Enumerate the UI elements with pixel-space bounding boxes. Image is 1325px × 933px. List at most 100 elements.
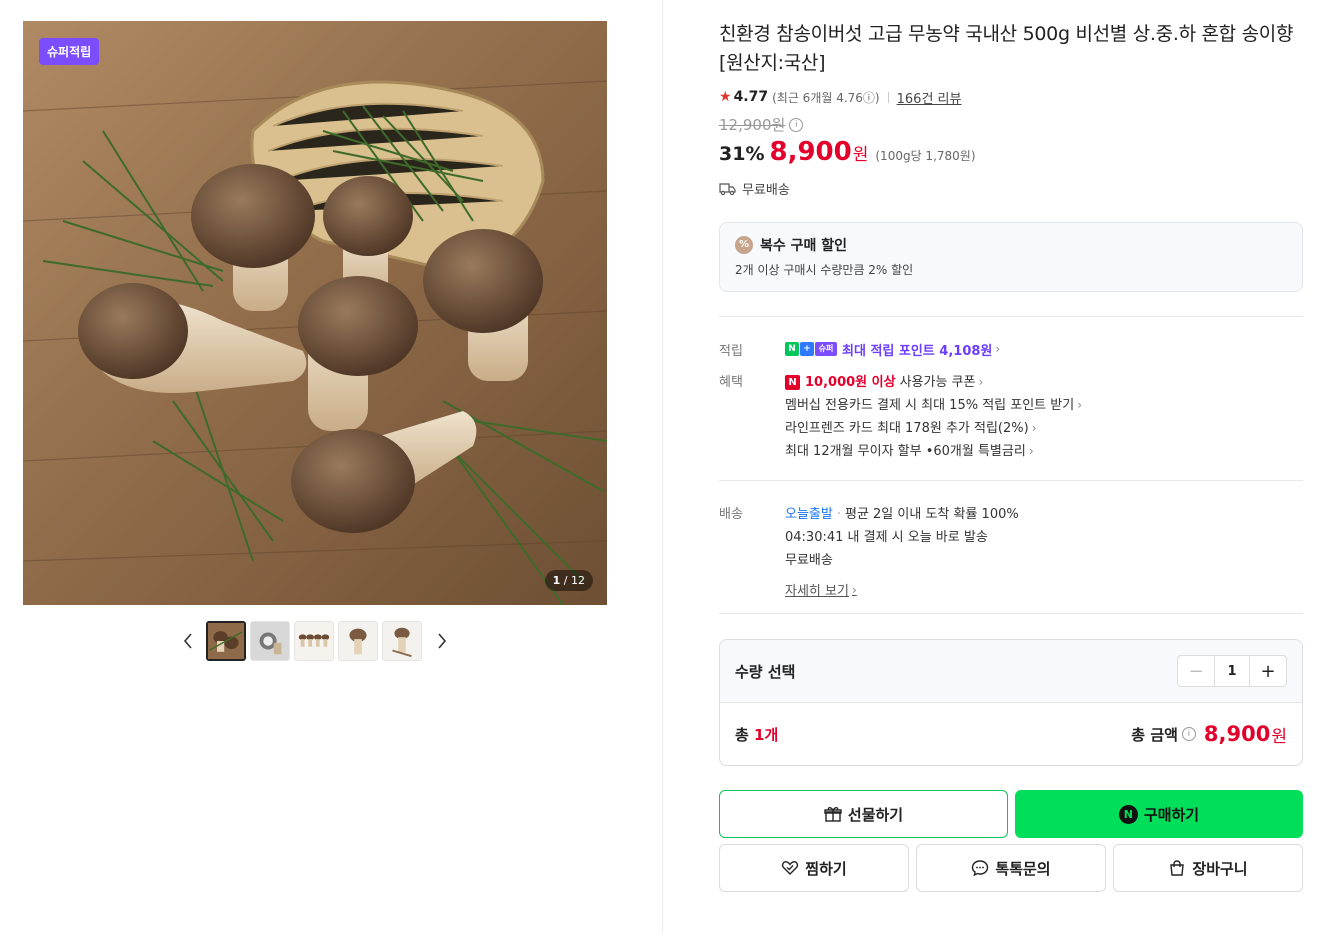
thumbnail-4-image [339, 622, 377, 660]
rating-separator [887, 91, 889, 103]
info-icon[interactable]: i [1181, 727, 1196, 741]
prev-image-button[interactable] [178, 621, 198, 661]
chevron-right-icon [438, 633, 447, 649]
multi-discount-desc: 2개 이상 구매시 수량만큼 2% 할인 [735, 263, 914, 277]
total-count: 총 1개 [735, 724, 778, 745]
thumbnail-2[interactable] [250, 621, 290, 661]
counter-total: / 12 [563, 574, 585, 587]
quantity-value[interactable]: 1 [1214, 656, 1250, 686]
super-icon: 슈퍼 [815, 342, 837, 356]
column-divider [662, 0, 663, 933]
rating-row: ★ 4.77 (최근 6개월 4.76ⓘ) 166건 리뷰 [719, 87, 1303, 107]
chevron-right-icon: › [1077, 398, 1083, 412]
chevron-right-icon: › [1028, 444, 1034, 458]
delivery-fee: 무료배송 [785, 553, 833, 568]
dot-separator: · [836, 507, 841, 522]
thumbnail-strip [178, 621, 452, 661]
chevron-right-icon: › [995, 342, 1001, 356]
plus-icon: + [800, 342, 814, 356]
divider [719, 613, 1303, 614]
counter-current: 1 [552, 574, 561, 587]
rating-score: 4.77 [733, 89, 769, 105]
installment-text: 최대 12개월 무이자 할부 •60개월 특별금리 [785, 444, 1026, 459]
chevron-left-icon [183, 633, 192, 649]
delivery-label: 배송 [719, 507, 743, 522]
multi-purchase-discount-box: % 복수 구매 할인 2개 이상 구매시 수량만큼 2% 할인 [719, 222, 1303, 292]
discount-rate: 31% [719, 143, 765, 165]
talk-inquiry-button[interactable]: 톡톡문의 [916, 844, 1106, 892]
points-label: 적립 [719, 344, 743, 359]
gift-button[interactable]: 선물하기 [719, 790, 1008, 838]
thumbnail-2-image [251, 622, 289, 660]
delivery-section: 배송 오늘출발 · 평균 2일 이내 도착 확률 100% 04:30:41 내 결… [719, 481, 1303, 599]
naver-pay-icon: N [1118, 804, 1138, 824]
cart-button[interactable]: 장바구니 [1113, 844, 1303, 892]
shipping-text: 무료배송 [742, 183, 790, 198]
recent-rating[interactable]: (최근 6개월 4.76ⓘ) [772, 89, 880, 106]
chevron-right-icon: › [978, 375, 984, 389]
coupon-text: 사용가능 쿠폰 [899, 375, 976, 390]
truck-icon [719, 182, 736, 195]
membership-card-text: 멤버십 전용카드 결제 시 최대 15% 적립 포인트 받기 [785, 398, 1075, 413]
mushroom-photo [23, 21, 607, 605]
price-currency: 원 [852, 145, 869, 165]
chevron-right-icon: › [851, 582, 857, 597]
thumbnail-1[interactable] [206, 621, 246, 661]
percent-icon: % [735, 236, 753, 254]
star-icon: ★ [719, 89, 732, 105]
quantity-box: 수량 선택 − 1 + 총 1개 총 금액 i 8,900 원 [719, 639, 1303, 766]
unit-price: (100g당 1,780원) [875, 149, 976, 163]
thumbnail-5-image [383, 622, 421, 660]
thumbnail-4[interactable] [338, 621, 378, 661]
shipping-row: 무료배송 [719, 179, 1303, 198]
next-image-button[interactable] [432, 621, 452, 661]
today-dispatch: 오늘출발 [785, 507, 833, 522]
quantity-label: 수량 선택 [735, 662, 796, 681]
wish-button[interactable]: 찜하기 [719, 844, 909, 892]
heart-icon [782, 861, 799, 875]
membership-card-link[interactable]: 멤버십 전용카드 결제 시 최대 15% 적립 포인트 받기 › [785, 394, 1082, 417]
linefriends-card-text: 라인프렌즈 카드 최대 178원 추가 적립(2%) [785, 421, 1029, 436]
thumbnail-3-image [295, 622, 333, 660]
thumbnail-3[interactable] [294, 621, 334, 661]
chevron-right-icon: › [1031, 421, 1037, 435]
original-price: 12,900원 [719, 116, 786, 134]
image-counter: 1 / 12 [544, 570, 593, 591]
quantity-stepper: − 1 + [1177, 655, 1287, 687]
info-icon[interactable]: i [789, 117, 804, 132]
original-price-row: 12,900원 i [719, 114, 1303, 135]
total-count-number: 1개 [754, 725, 779, 744]
total-currency: 원 [1271, 726, 1287, 747]
sale-price: 8,900 [769, 137, 852, 167]
decrease-button[interactable]: − [1178, 656, 1214, 686]
benefits-label: 혜택 [719, 375, 743, 390]
thumbnail-1-image [208, 623, 244, 659]
total-prefix: 총 [735, 725, 755, 744]
total-price: 8,900 [1203, 722, 1271, 746]
gift-label: 선물하기 [847, 805, 904, 824]
detail-link-text: 자세히 보기 [785, 584, 849, 599]
main-product-image[interactable]: 슈퍼적립 1 / 12 [23, 21, 607, 605]
thumbnail-5[interactable] [382, 621, 422, 661]
increase-button[interactable]: + [1250, 656, 1286, 686]
total-price-label: 총 금액 [1131, 725, 1178, 744]
delivery-detail-link[interactable]: 자세히 보기 › [785, 580, 857, 600]
arrival-probability: 평균 2일 이내 도착 확률 100% [844, 507, 1019, 522]
talk-label: 톡톡문의 [995, 859, 1051, 878]
wish-label: 찜하기 [805, 859, 847, 878]
shopping-bag-icon [1170, 860, 1185, 876]
coupon-amount: 10,000원 이상 [805, 375, 896, 390]
review-count-link[interactable]: 166건 리뷰 [897, 88, 962, 107]
cart-label: 장바구니 [1192, 859, 1248, 878]
product-title: 친환경 참송이버섯 고급 무농약 국내산 500g 비선별 상.중.하 혼합 송… [719, 23, 1294, 74]
gift-icon [824, 807, 842, 822]
installment-link[interactable]: 최대 12개월 무이자 할부 •60개월 특별금리 › [785, 440, 1082, 463]
multi-discount-title: 복수 구매 할인 [760, 238, 848, 254]
linefriends-card-link[interactable]: 라인프렌즈 카드 최대 178원 추가 적립(2%) › [785, 417, 1082, 440]
naver-n-icon: N [785, 342, 799, 356]
buy-button[interactable]: N 구매하기 [1015, 790, 1303, 838]
product-info-panel: 친환경 참송이버섯 고급 무농약 국내산 500g 비선별 상.중.하 혼합 송… [719, 20, 1303, 892]
coupon-link[interactable]: N 10,000원 이상 사용가능 쿠폰 › [785, 371, 1082, 394]
buy-label: 구매하기 [1143, 805, 1200, 824]
points-link[interactable]: N + 슈퍼 최대 적립 포인트 4,108원 › [785, 340, 1001, 359]
